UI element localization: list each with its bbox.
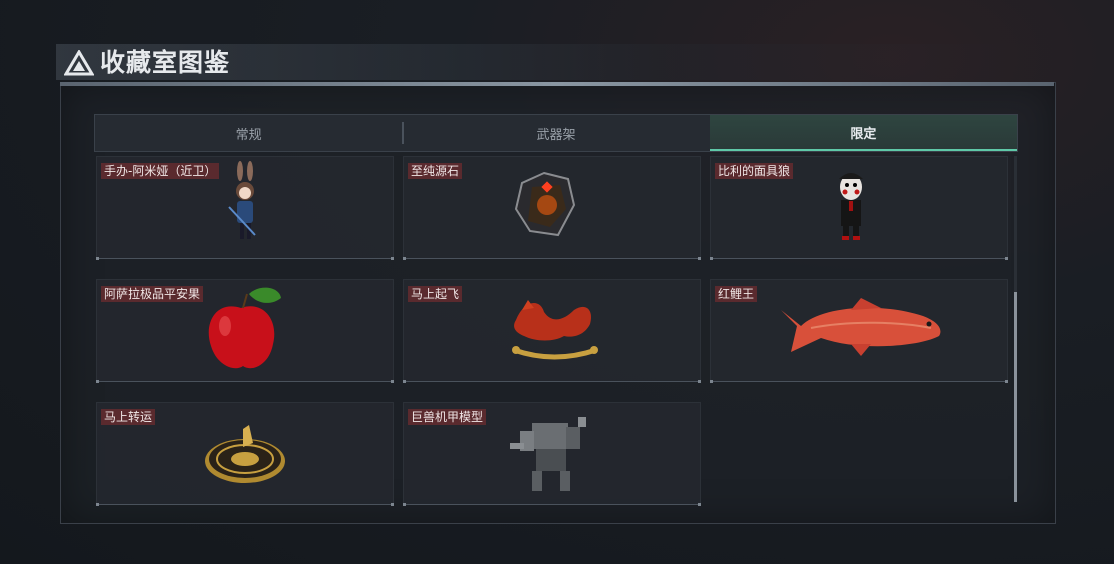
- item-label: 巨兽机甲模型: [408, 409, 487, 425]
- page-title: 收藏室图鉴: [100, 48, 231, 77]
- item-label: 至纯源石: [408, 163, 463, 179]
- item-card[interactable]: 巨兽机甲模型: [403, 402, 701, 506]
- item-card[interactable]: 马上转运: [96, 402, 394, 506]
- category-tabs: 常规 武器架 限定: [94, 114, 1018, 152]
- item-card[interactable]: 马上起飞: [403, 279, 701, 383]
- item-label: 比利的面具狼: [715, 163, 794, 179]
- tab-weapon-rack[interactable]: 武器架: [402, 115, 709, 151]
- triangle-logo-icon: [64, 50, 94, 76]
- item-label: 马上转运: [101, 409, 156, 425]
- item-label: 马上起飞: [408, 286, 463, 302]
- item-card[interactable]: 阿萨拉极品平安果: [96, 279, 394, 383]
- item-card[interactable]: 红鲤王: [710, 279, 1008, 383]
- item-label: 手办-阿米娅（近卫）: [101, 163, 220, 179]
- item-card[interactable]: 至纯源石: [403, 156, 701, 260]
- item-label: 红鲤王: [715, 286, 758, 302]
- item-card[interactable]: 比利的面具狼: [710, 156, 1008, 260]
- panel-top-border: [60, 82, 1054, 86]
- tab-limited[interactable]: 限定: [709, 115, 1017, 151]
- item-card[interactable]: 手办-阿米娅（近卫）: [96, 156, 394, 260]
- scroll-thumb[interactable]: [1014, 292, 1017, 502]
- tab-regular[interactable]: 常规: [95, 115, 402, 151]
- scrollbar[interactable]: [1014, 156, 1017, 502]
- item-label: 阿萨拉极品平安果: [101, 286, 204, 302]
- item-grid: 手办-阿米娅（近卫） 至纯源石 比利的面具狼 阿萨拉极品平安果 马上起飞 红鲤王…: [96, 156, 1008, 506]
